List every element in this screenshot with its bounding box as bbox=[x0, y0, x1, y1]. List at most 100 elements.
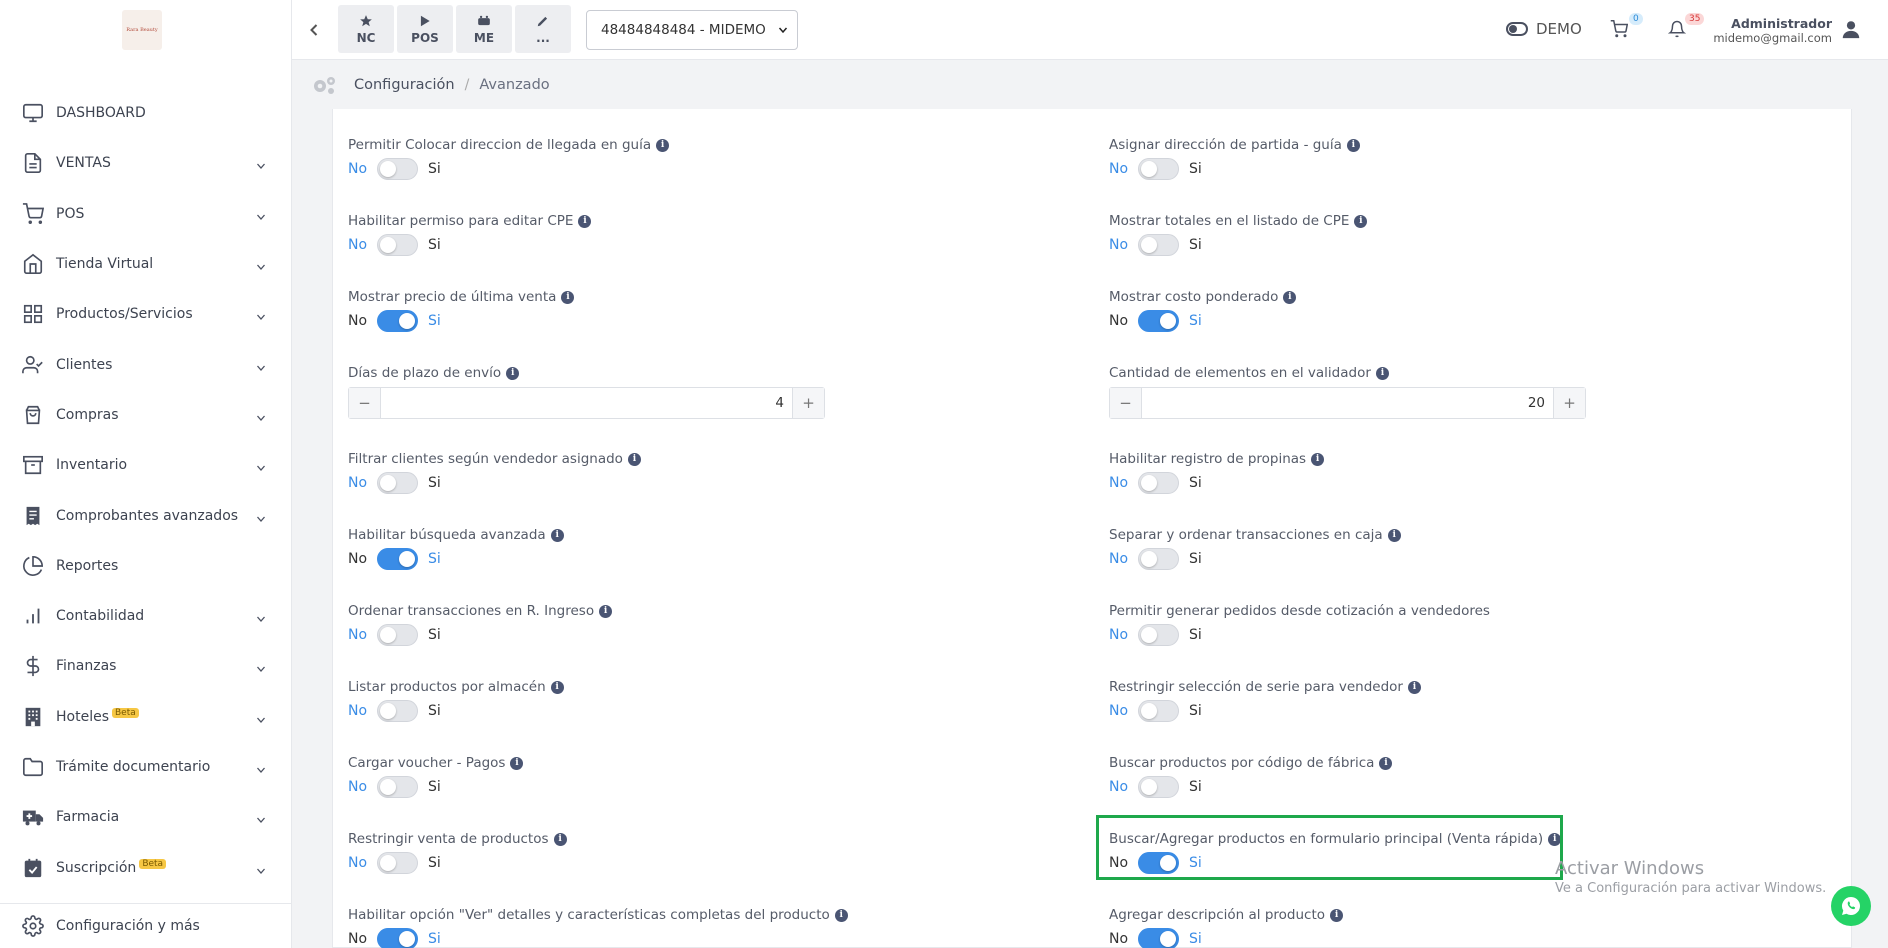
sidebar-item-inventario[interactable]: Inventario bbox=[0, 440, 291, 490]
info-icon[interactable]: i bbox=[1283, 290, 1297, 304]
company-logo[interactable]: Rara Beauty bbox=[122, 10, 162, 50]
info-icon[interactable]: i bbox=[1387, 528, 1401, 542]
setting-label-text: Permitir generar pedidos desde cotizació… bbox=[1109, 603, 1490, 619]
collapse-sidebar-icon[interactable] bbox=[304, 20, 324, 40]
setting-label-text: Habilitar búsqueda avanzada bbox=[348, 527, 546, 543]
toggle-switch[interactable] bbox=[377, 234, 418, 256]
whatsapp-button[interactable] bbox=[1831, 886, 1871, 926]
sidebar-item-contabilidad[interactable]: Contabilidad bbox=[0, 591, 291, 641]
sidebar-item-text: POS bbox=[56, 206, 255, 222]
info-icon[interactable]: i bbox=[1330, 908, 1344, 922]
toggle-switch[interactable] bbox=[377, 928, 418, 948]
info-icon[interactable]: i bbox=[627, 452, 641, 466]
user-avatar-icon[interactable] bbox=[1840, 18, 1862, 40]
decrement-button[interactable]: − bbox=[1110, 388, 1142, 418]
toggle-switch[interactable] bbox=[1138, 776, 1179, 798]
info-icon[interactable]: i bbox=[599, 604, 613, 618]
settings-card: Permitir Colocar direccion de llegada en… bbox=[332, 109, 1852, 948]
sidebar-item-hoteles[interactable]: Hoteles Beta bbox=[0, 692, 291, 742]
sidebar-item-compras[interactable]: Compras bbox=[0, 390, 291, 440]
info-icon[interactable]: i bbox=[1354, 214, 1368, 228]
stepper-value[interactable]: 4 bbox=[381, 388, 792, 418]
setting-right-1: Mostrar totales en el listado de CPE i No S… bbox=[1109, 213, 1368, 256]
toggle-switch[interactable] bbox=[377, 776, 418, 798]
info-icon[interactable]: i bbox=[1311, 452, 1325, 466]
stepper-value[interactable]: 20 bbox=[1142, 388, 1553, 418]
chevron-down-icon bbox=[255, 208, 267, 220]
cart-icon[interactable] bbox=[1610, 20, 1630, 40]
setting-label-text: Filtrar clientes según vendedor asignado bbox=[348, 451, 623, 467]
toggle-switch[interactable] bbox=[377, 700, 418, 722]
pos-button[interactable]: POS bbox=[397, 5, 453, 53]
sidebar-item-dashboard[interactable]: DASHBOARD bbox=[0, 88, 291, 138]
bell-icon[interactable] bbox=[1667, 20, 1688, 40]
sidebar-item-finanzas[interactable]: Finanzas bbox=[0, 641, 291, 691]
document-icon bbox=[22, 152, 44, 174]
sidebar-item-reportes[interactable]: Reportes bbox=[0, 541, 291, 591]
company-select[interactable]: 48484848484 - MIDEMO bbox=[586, 10, 798, 50]
sidebar-item-suscripcion[interactable]: Suscripción Beta bbox=[0, 842, 291, 892]
toggle-switch[interactable] bbox=[1138, 624, 1179, 646]
info-icon[interactable]: i bbox=[553, 832, 567, 846]
toggle-no-label: No bbox=[1109, 237, 1129, 253]
increment-button[interactable]: + bbox=[792, 388, 824, 418]
sidebar-item-productos-servicios[interactable]: Productos/Servicios bbox=[0, 289, 291, 339]
toggle-switch[interactable] bbox=[1138, 928, 1179, 948]
setting-label-text: Habilitar registro de propinas bbox=[1109, 451, 1307, 467]
toggle-switch[interactable] bbox=[1138, 700, 1179, 722]
setting-right-6: Permitir generar pedidos desde cotizació… bbox=[1109, 603, 1490, 646]
sidebar-item-pos[interactable]: POS bbox=[0, 189, 291, 239]
setting-label: Habilitar búsqueda avanzada i bbox=[348, 527, 564, 543]
user-menu[interactable]: Administrador midemo@gmail.com bbox=[1710, 16, 1832, 45]
sidebar-item-clientes[interactable]: Clientes bbox=[0, 339, 291, 389]
toggle-switch[interactable] bbox=[377, 310, 418, 332]
toggle-row: No Si bbox=[1109, 700, 1421, 722]
sidebar-item-label: Suscripción bbox=[56, 859, 137, 876]
toggle-switch[interactable] bbox=[377, 158, 418, 180]
toggle-no-label: No bbox=[348, 237, 368, 253]
sidebar-item-farmacia[interactable]: Farmacia bbox=[0, 792, 291, 842]
setting-left-0: Permitir Colocar direccion de llegada en… bbox=[348, 137, 670, 180]
sidebar-item-configuracion[interactable]: Configuración y más bbox=[0, 903, 291, 948]
info-icon[interactable]: i bbox=[1408, 680, 1421, 694]
setting-right-4: Habilitar registro de propinas i No Si bbox=[1109, 451, 1325, 494]
toggle-row: No Si bbox=[348, 928, 848, 948]
toggle-row: No Si bbox=[1109, 158, 1360, 180]
toggle-switch[interactable] bbox=[1138, 310, 1179, 332]
toggle-no-label: No bbox=[1109, 931, 1129, 947]
info-icon[interactable]: i bbox=[1375, 366, 1389, 380]
info-icon[interactable]: i bbox=[578, 214, 592, 228]
toggle-switch[interactable] bbox=[1138, 234, 1179, 256]
setting-label: Asignar dirección de partida - guía i bbox=[1109, 137, 1360, 153]
sidebar-item-ventas[interactable]: VENTAS bbox=[0, 138, 291, 188]
chevron-down-icon bbox=[255, 459, 267, 472]
chevron-down-icon bbox=[255, 610, 267, 623]
toggle-switch[interactable] bbox=[377, 624, 418, 646]
nc-button[interactable]: NC bbox=[338, 5, 394, 53]
setting-label: Permitir Colocar direccion de llegada en… bbox=[348, 137, 670, 153]
demo-toggle[interactable]: DEMO bbox=[1506, 20, 1582, 38]
more-button[interactable]: ... bbox=[515, 5, 571, 53]
info-icon[interactable]: i bbox=[561, 290, 575, 304]
toggle-switch[interactable] bbox=[1138, 548, 1179, 570]
toggle-switch[interactable] bbox=[377, 852, 418, 874]
info-icon[interactable]: i bbox=[550, 528, 564, 542]
toggle-switch[interactable] bbox=[1138, 472, 1179, 494]
toggle-switch[interactable] bbox=[377, 548, 418, 570]
info-icon[interactable]: i bbox=[1346, 138, 1360, 152]
increment-button[interactable]: + bbox=[1553, 388, 1585, 418]
info-icon[interactable]: i bbox=[834, 908, 848, 922]
info-icon[interactable]: i bbox=[656, 138, 670, 152]
decrement-button[interactable]: − bbox=[349, 388, 381, 418]
toggle-switch[interactable] bbox=[1138, 158, 1179, 180]
info-icon[interactable]: i bbox=[510, 756, 524, 770]
sidebar-item-tienda-virtual[interactable]: Tienda Virtual bbox=[0, 239, 291, 289]
sidebar-item-comprobantes-avanzados[interactable]: Comprobantes avanzados bbox=[0, 490, 291, 540]
toggle-switch[interactable] bbox=[377, 472, 418, 494]
sidebar-item-tramite-documentario[interactable]: Trámite documentario bbox=[0, 742, 291, 792]
info-icon[interactable]: i bbox=[1379, 756, 1393, 770]
breadcrumb-configuracion[interactable]: Configuración bbox=[354, 77, 455, 93]
info-icon[interactable]: i bbox=[506, 366, 520, 380]
me-button[interactable]: ME bbox=[456, 5, 512, 53]
info-icon[interactable]: i bbox=[550, 680, 564, 694]
